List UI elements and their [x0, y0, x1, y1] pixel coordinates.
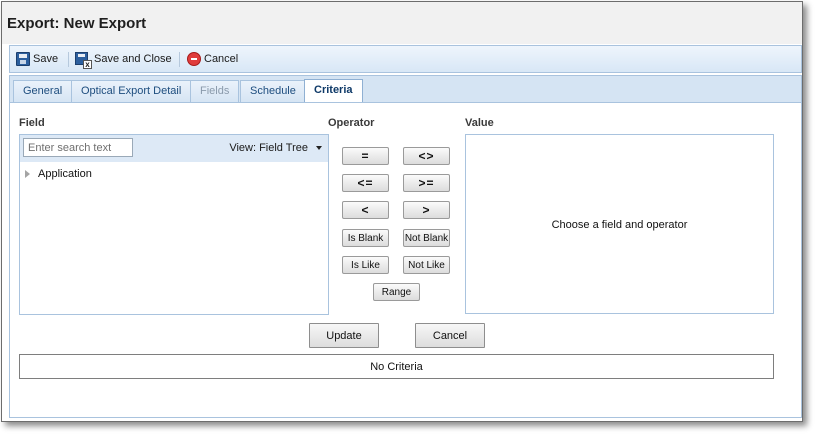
operator-not-like-button[interactable]: Not Like — [403, 256, 450, 274]
chevron-down-icon — [316, 146, 322, 150]
cancel-toolbar-label: Cancel — [204, 53, 239, 65]
tab-general[interactable]: General — [13, 80, 73, 103]
save-button[interactable]: Save — [16, 51, 58, 67]
operator-greater-equal-button[interactable]: >= — [403, 174, 450, 192]
operator-section-label: Operator — [328, 117, 375, 129]
update-button[interactable]: Update — [309, 323, 379, 348]
save-label: Save — [33, 53, 59, 65]
operator-is-blank-button[interactable]: Is Blank — [342, 229, 389, 247]
value-section-label: Value — [465, 117, 494, 129]
operator-not-blank-button[interactable]: Not Blank — [403, 229, 450, 247]
field-tree-header: View: Field Tree — [20, 135, 328, 162]
save-and-close-button[interactable]: x Save and Close — [75, 51, 172, 69]
operator-less-than-button[interactable]: < — [342, 201, 389, 219]
operator-equals-button[interactable]: = — [342, 147, 389, 165]
field-section-label: Field — [19, 117, 45, 129]
criteria-panel: Field Operator Value View: Field Tree Ap… — [9, 102, 802, 418]
toolbar: Save x Save and Close Cancel — [9, 45, 802, 73]
operator-range-button[interactable]: Range — [373, 283, 420, 301]
cancel-button[interactable]: Cancel — [415, 323, 485, 348]
operator-is-like-button[interactable]: Is Like — [342, 256, 389, 274]
tab-schedule[interactable]: Schedule — [240, 80, 306, 103]
toolbar-divider — [179, 52, 180, 67]
cancel-toolbar-button[interactable]: Cancel — [187, 51, 238, 67]
expand-arrow-icon[interactable] — [25, 170, 30, 178]
tab-criteria[interactable]: Criteria — [304, 79, 363, 104]
save-icon — [16, 52, 30, 66]
operator-not-equals-button[interactable]: <> — [403, 147, 450, 165]
tree-node-label: Application — [38, 168, 92, 180]
title-bar: Export: New Export — [2, 2, 802, 44]
cancel-icon — [187, 52, 201, 66]
view-select-label: View: Field Tree — [229, 142, 308, 154]
tab-fields: Fields — [190, 80, 240, 103]
value-panel: Choose a field and operator — [465, 134, 774, 314]
tab-strip: General Optical Export Detail Fields Sch… — [9, 75, 802, 104]
field-tree-panel: View: Field Tree Application — [19, 134, 329, 315]
toolbar-divider — [68, 52, 69, 67]
operator-greater-than-button[interactable]: > — [403, 201, 450, 219]
export-window: Export: New Export Save x Save and Close… — [1, 1, 803, 422]
operator-less-equal-button[interactable]: <= — [342, 174, 389, 192]
page-title: Export: New Export — [7, 15, 147, 32]
value-placeholder-text: Choose a field and operator — [551, 219, 688, 231]
save-and-close-icon: x — [75, 51, 92, 69]
tab-optical-export-detail[interactable]: Optical Export Detail — [71, 80, 192, 103]
search-input[interactable] — [23, 138, 133, 157]
tree-node-application[interactable]: Application — [25, 168, 92, 180]
criteria-list: No Criteria — [19, 354, 774, 379]
save-and-close-label: Save and Close — [94, 53, 172, 65]
view-field-tree-dropdown[interactable]: View: Field Tree — [229, 142, 322, 154]
